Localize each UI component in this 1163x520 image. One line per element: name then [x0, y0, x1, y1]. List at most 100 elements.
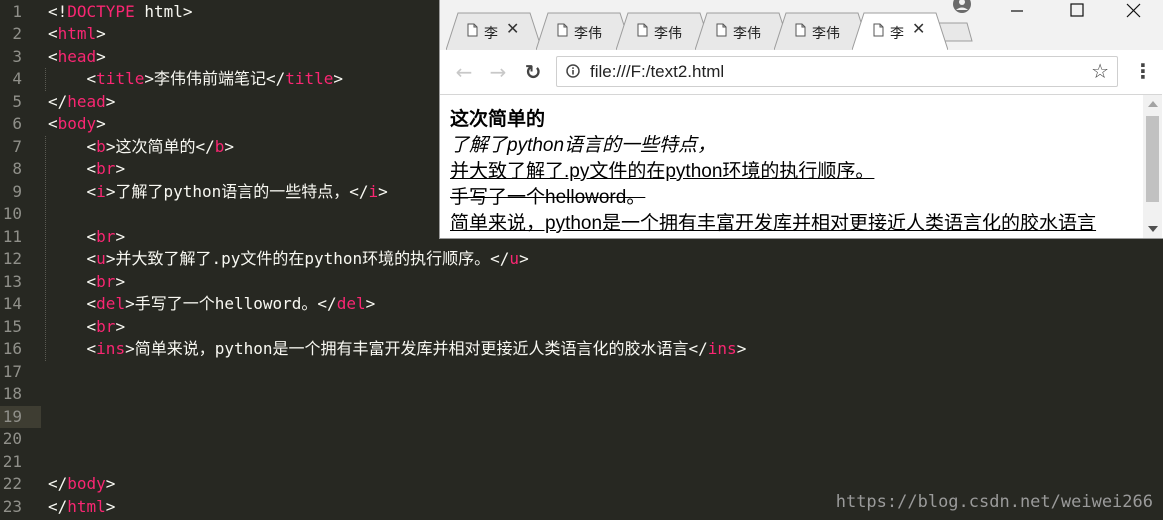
editor-line[interactable]: 14 <del>手写了一个helloword。</del>	[0, 293, 1163, 316]
code-text[interactable]: <br>	[48, 316, 126, 339]
scroll-down-icon[interactable]	[1148, 226, 1158, 232]
address-bar[interactable]: file:///F:/text2.html ☆	[556, 56, 1118, 87]
code-token: >	[115, 159, 126, 178]
browser-toolbar: ← → ↻ file:///F:/text2.html ☆ ⋮	[440, 50, 1162, 95]
code-token: <	[48, 339, 97, 358]
code-text[interactable]: <b>这次简单的</b>	[48, 136, 234, 159]
code-text[interactable]: <br>	[48, 226, 126, 249]
code-token: <	[48, 249, 97, 268]
code-keyword: html	[57, 24, 97, 43]
code-text[interactable]: </head>	[48, 91, 115, 114]
line-number: 20	[2, 429, 22, 448]
line-number: 23	[2, 496, 22, 516]
code-text[interactable]: <!DOCTYPE html>	[48, 1, 193, 24]
code-text[interactable]: <head>	[48, 46, 106, 69]
line-number: 22	[2, 474, 22, 493]
line-number: 17	[2, 361, 22, 381]
code-keyword: del	[96, 294, 126, 313]
code-keyword: head	[57, 46, 97, 66]
line-number: 5	[12, 91, 22, 111]
code-text[interactable]: <i>了解了python语言的一些特点，</i>	[48, 181, 388, 204]
reload-button[interactable]: ↻	[521, 61, 545, 83]
tab-title: 李伟	[812, 25, 840, 41]
code-keyword: u	[96, 249, 106, 268]
profile-icon[interactable]	[952, 0, 972, 14]
info-icon[interactable]	[566, 64, 580, 78]
code-token: >	[115, 316, 126, 336]
editor-line[interactable]: 15 <br>	[0, 316, 1163, 339]
tab-active[interactable]: 李 ✕	[852, 12, 948, 50]
code-text[interactable]: <u>并大致了解了.py文件的在python环境的执行顺序。</u>	[48, 248, 529, 271]
bookmark-star-icon[interactable]: ☆	[1091, 59, 1109, 83]
code-keyword: ins	[96, 339, 126, 358]
line-number: 6	[12, 114, 22, 133]
line-number: 13	[2, 271, 22, 291]
scroll-thumb[interactable]	[1146, 116, 1159, 202]
page-icon	[637, 23, 648, 37]
code-keyword: DOCTYPE	[67, 1, 135, 21]
code-token: >	[96, 24, 106, 43]
page-icon	[716, 23, 727, 37]
code-token: <	[48, 159, 97, 178]
editor-line[interactable]: 12 <u>并大致了解了.py文件的在python环境的执行顺序。</u>	[0, 248, 1163, 271]
code-text[interactable]: <br>	[48, 271, 126, 294]
page-icon	[467, 23, 478, 37]
code-keyword: i	[368, 181, 379, 201]
code-keyword: body	[57, 114, 97, 133]
code-text[interactable]: </body>	[48, 473, 115, 496]
line-number: 11	[2, 226, 22, 246]
line-number: 21	[2, 451, 22, 471]
line-number: 7	[12, 136, 22, 156]
forward-button[interactable]: →	[486, 61, 510, 83]
editor-line[interactable]: 18	[0, 383, 1163, 406]
vertical-scrollbar[interactable]	[1143, 95, 1162, 238]
code-token: </	[48, 496, 68, 516]
close-window-icon[interactable]	[1112, 0, 1156, 24]
code-token: >	[224, 136, 234, 156]
code-keyword: br	[96, 159, 116, 178]
back-button[interactable]: ←	[452, 61, 476, 83]
deleted-text: 手写了一个helloword。	[450, 187, 646, 208]
code-keyword: title	[96, 69, 145, 88]
tab-title: 李伟	[574, 25, 602, 41]
code-token: >	[519, 249, 529, 268]
minimize-icon[interactable]	[995, 0, 1039, 24]
code-text[interactable]: </html>	[48, 496, 115, 519]
tab[interactable]: 李 ✕	[446, 12, 542, 50]
line-number: 4	[12, 69, 22, 88]
editor-line[interactable]: 17	[0, 361, 1163, 384]
line-number: 16	[2, 339, 22, 358]
close-tab-icon[interactable]: ✕	[912, 19, 925, 38]
code-text[interactable]: <body>	[48, 113, 106, 136]
code-text[interactable]: <title>李伟伟前端笔记</title>	[48, 68, 344, 91]
editor-line[interactable]: 13 <br>	[0, 271, 1163, 294]
code-text[interactable]: <br>	[48, 158, 126, 181]
browser-window: 李 ✕ 李伟 李伟 李伟 李伟李 ✕ ← → ↻ file:///F:/text2.html…	[439, 0, 1163, 239]
code-keyword: br	[96, 271, 116, 291]
editor-line[interactable]: 19	[0, 405, 1163, 428]
page-content: 这次简单的 了解了python语言的一些特点， 并大致了解了.py文件的在pyt…	[450, 107, 1096, 237]
menu-icon[interactable]: ⋮	[1133, 61, 1153, 85]
line-number: 1	[12, 1, 22, 21]
editor-line[interactable]: 16 <ins>简单来说，python是一个拥有丰富开发库并相对更接近人类语言化…	[0, 338, 1163, 361]
code-text[interactable]: <ins>简单来说，python是一个拥有丰富开发库并相对更接近人类语言化的胶水…	[48, 338, 747, 361]
url-text[interactable]: file:///F:/text2.html	[590, 62, 724, 82]
scroll-up-icon[interactable]	[1148, 101, 1158, 107]
code-keyword: b	[96, 136, 106, 156]
code-token: <	[48, 294, 97, 313]
close-tab-icon[interactable]: ✕	[506, 19, 519, 38]
code-token: <	[48, 24, 58, 43]
code-text[interactable]: <html>	[48, 23, 106, 46]
code-token: >	[378, 181, 388, 201]
editor-line[interactable]: 21	[0, 451, 1163, 474]
line-number: 3	[12, 46, 22, 66]
inserted-text: 简单来说，python是一个拥有丰富开发库并相对更接近人类语言化的胶水语言	[450, 213, 1097, 234]
code-text[interactable]: <del>手写了一个helloword。</del>	[48, 293, 376, 316]
page-viewport: 这次简单的 了解了python语言的一些特点， 并大致了解了.py文件的在pyt…	[440, 95, 1144, 238]
code-keyword: title	[285, 69, 334, 88]
editor-line[interactable]: 20	[0, 428, 1163, 451]
code-token: <	[48, 136, 97, 156]
code-token: >	[736, 339, 747, 358]
code-token: >手写了一个helloword。</	[125, 294, 337, 313]
maximize-icon[interactable]	[1055, 0, 1099, 24]
